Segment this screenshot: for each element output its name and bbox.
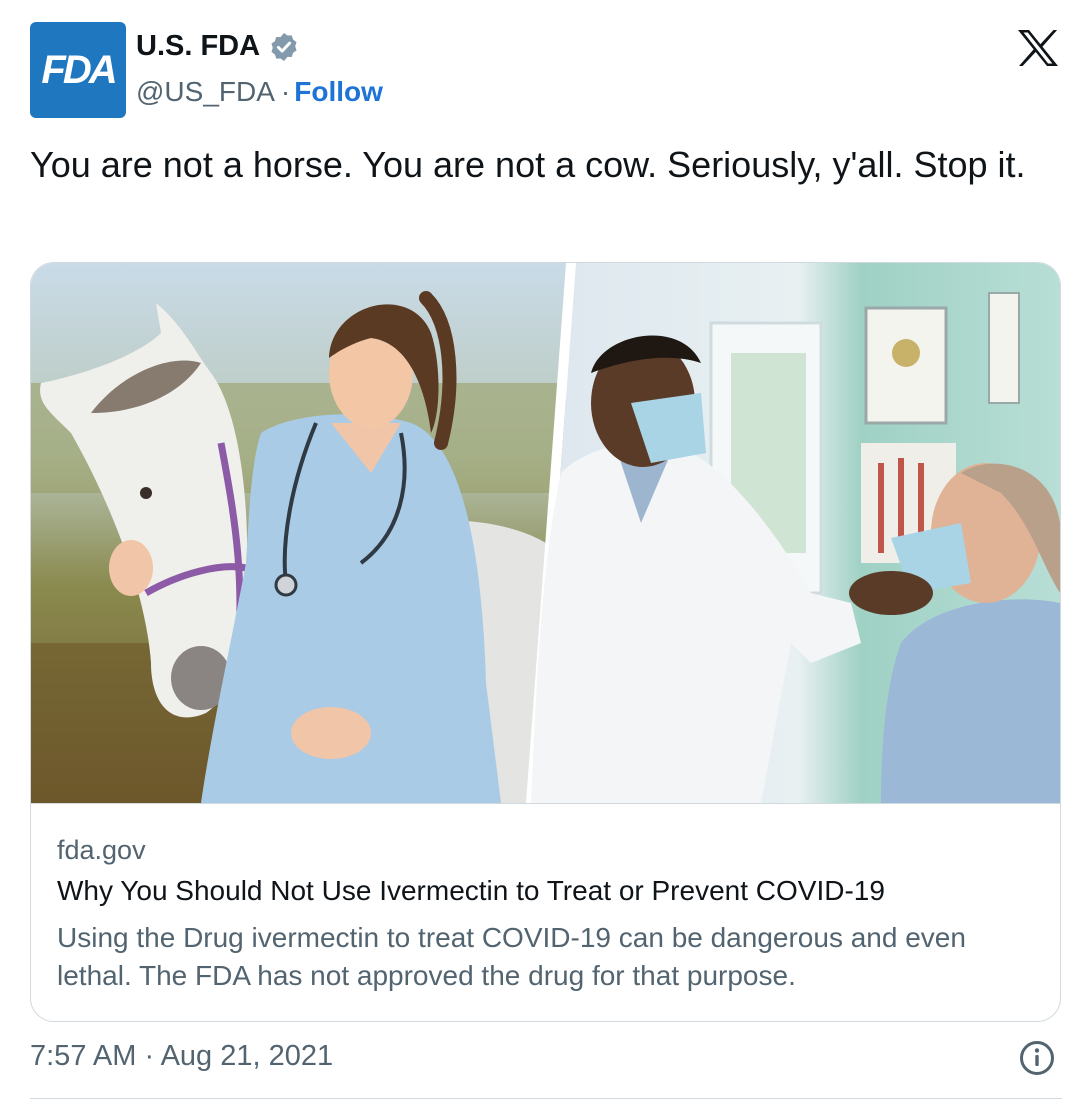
info-icon[interactable] [1019, 1040, 1055, 1076]
avatar[interactable]: FDA [30, 22, 126, 118]
card-title: Why You Should Not Use Ivermectin to Tre… [57, 875, 885, 906]
link-card[interactable]: fda.gov Why You Should Not Use Ivermecti… [30, 262, 1061, 1022]
x-logo-icon[interactable] [1016, 28, 1060, 68]
tweet-timestamp[interactable]: 7:57 AM · Aug 21, 2021 [30, 1040, 333, 1073]
verified-badge-icon [271, 32, 297, 61]
handle-separator: · [280, 76, 291, 107]
bottom-divider [30, 1098, 1062, 1099]
card-divider [31, 803, 1060, 804]
display-name[interactable]: U.S. FDA [136, 30, 260, 63]
handle-row: @US_FDA · Follow [136, 76, 383, 108]
avatar-logo-text: FDA [41, 47, 117, 92]
card-image [31, 263, 1060, 803]
handle[interactable]: @US_FDA [136, 76, 275, 108]
author-name-row: U.S. FDA [136, 30, 300, 63]
card-description: Using the Drug ivermectin to treat COVID… [57, 922, 966, 991]
tweet-text: You are not a horse. You are not a cow. … [30, 144, 1026, 185]
follow-button[interactable]: Follow [294, 76, 383, 108]
card-domain: fda.gov [57, 835, 146, 865]
